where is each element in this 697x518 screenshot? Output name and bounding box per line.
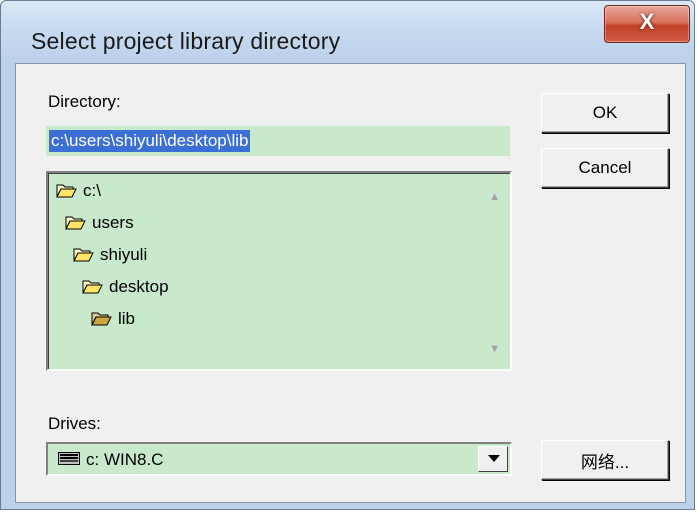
directory-tree-list[interactable]: c:\ users shiyuli desktop lib ▲ ▼ [46, 171, 512, 371]
open-folder-icon [82, 280, 103, 294]
network-button[interactable]: 网络... [541, 440, 669, 480]
drives-label: Drives: [48, 414, 101, 433]
tree-item-c[interactable]: c:\ [56, 179, 101, 203]
tree-item-label: shiyuli [100, 245, 148, 264]
dialog-window: Select project library directory X Direc… [0, 0, 695, 510]
scroll-down-arrow-icon[interactable]: ▼ [489, 343, 500, 355]
open-folder-icon [73, 248, 94, 262]
tree-item-lib[interactable]: lib [91, 307, 135, 331]
hard-drive-icon [58, 452, 80, 465]
open-folder-icon [56, 184, 77, 198]
cancel-button[interactable]: Cancel [541, 148, 669, 188]
drives-dropdown-button[interactable] [478, 446, 508, 472]
tree-item-label: users [92, 213, 134, 232]
tree-item-desktop[interactable]: desktop [82, 275, 169, 299]
tree-item-label: desktop [109, 277, 169, 296]
directory-path-value: c:\users\shiyuli\desktop\lib [49, 130, 251, 152]
chevron-down-icon [488, 455, 500, 462]
directory-path-field[interactable]: c:\users\shiyuli\desktop\lib [46, 126, 510, 156]
dialog-title: Select project library directory [31, 28, 341, 54]
tree-item-users[interactable]: users [65, 211, 134, 235]
drives-dropdown[interactable]: c: WIN8.C [46, 442, 512, 476]
open-folder-icon [65, 216, 86, 230]
tree-item-shiyuli[interactable]: shiyuli [73, 243, 147, 267]
close-icon: X [639, 9, 655, 34]
dialog-client-area: Directory: c:\users\shiyuli\desktop\lib … [15, 63, 686, 503]
title-bar[interactable]: Select project library directory X [1, 1, 694, 63]
open-folder-icon [91, 312, 112, 326]
tree-item-label: c:\ [83, 181, 101, 200]
drives-selected-value: c: WIN8.C [86, 450, 164, 469]
scroll-up-arrow-icon[interactable]: ▲ [489, 191, 500, 203]
ok-button[interactable]: OK [541, 93, 669, 133]
close-button[interactable]: X [604, 5, 690, 43]
directory-label: Directory: [48, 92, 121, 111]
tree-item-label: lib [118, 309, 136, 328]
